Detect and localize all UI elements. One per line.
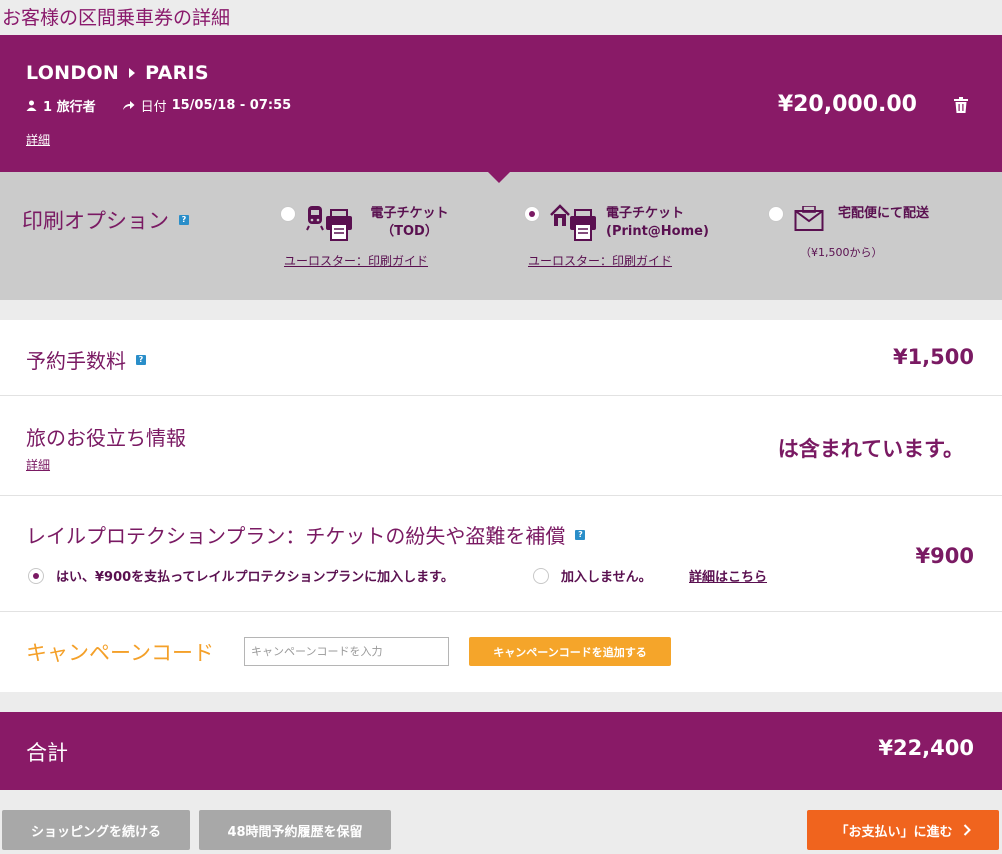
print-options-title-text: 印刷オプション [22,209,169,233]
journey-detail-link[interactable]: 詳細 [26,131,50,148]
travel-info-included: は含まれています。 [777,437,964,461]
date-value: 15/05/18 - 07:55 [171,98,292,113]
protection-no-label: 加入しません。 [561,570,652,585]
envelope-icon [794,206,824,231]
protection-yes-label: はい、¥900を支払ってレイルプロテクションプランに加入します。 [56,570,454,585]
help-icon[interactable]: ? [179,215,189,225]
print-option-delivery-radio[interactable] [768,206,784,222]
travel-info-detail-link[interactable]: 詳細 [26,456,50,473]
print-option-tod-line2: （TOD） [381,224,438,239]
print-guide-link-tod[interactable]: ユーロスター：印刷ガイド [284,252,428,269]
booking-fee-amount: ¥1,500 [892,345,974,369]
destination-station: PARIS [145,62,209,84]
print-option-home-line2: (Print@Home) [606,224,709,239]
travel-info-row: 旅のお役立ち情報 詳細 は含まれています。 [0,396,1002,496]
print-guide-link-home[interactable]: ユーロスター：印刷ガイド [528,252,672,269]
help-icon[interactable]: ? [575,529,586,540]
origin-station: LONDON [26,62,120,84]
share-arrow-icon [122,101,135,110]
train-printer-icon [306,206,352,241]
person-icon [26,100,37,111]
protection-no-radio[interactable] [533,567,549,584]
booking-fee-title: 予約手数料 ? [26,345,146,374]
home-printer-icon [550,204,596,241]
campaign-title: キャンペーンコード [26,641,214,665]
campaign-code-input[interactable] [244,637,449,666]
protection-yes-radio[interactable] [28,567,44,584]
campaign-row: キャンペーンコード キャンペーンコードを追加する [0,612,1002,692]
protection-row: レイルプロテクションプラン：チケットの紛失や盗難を補償 ? はい、¥900を支払… [0,496,1002,612]
print-option-delivery-price: （¥1,500から） [800,246,883,259]
print-option-tod-radio[interactable] [280,206,296,222]
total-bar: 合計 ¥22,400 [0,712,1002,790]
help-icon[interactable]: ? [136,354,146,365]
booking-fee-title-text: 予約手数料 [26,349,126,373]
protection-yes-option[interactable]: はい、¥900を支払ってレイルプロテクションプランに加入します。 [28,566,454,585]
booking-fee-row: 予約手数料 ? ¥1,500 [0,320,1002,396]
print-options: 印刷オプション ? 電子チケット （TOD） ユーロスター：印刷ガイド 電子チケ… [0,172,1002,300]
print-option-print-at-home-label: 電子チケット (Print@Home) [606,205,709,241]
traveller-count: 1 旅行者 [43,100,96,115]
print-option-tod-line1: 電子チケット [370,206,449,221]
protection-amount: ¥900 [915,544,974,568]
journey-price: ¥20,000.00 [777,92,917,117]
journey-meta: 1 旅行者 日付 15/05/18 - 07:55 [26,96,291,115]
date-label: 日付 [140,100,167,115]
chevron-right-icon [963,824,971,836]
page-title: お客様の区間乗車券の詳細 [2,7,231,29]
continue-shopping-button[interactable]: ショッピングを続ける [2,810,190,850]
fees-panel: 予約手数料 ? ¥1,500 旅のお役立ち情報 詳細 は含まれています。 レイル… [0,320,1002,692]
protection-no-option[interactable]: 加入しません。 [533,566,652,585]
total-amount: ¥22,400 [878,736,974,760]
trash-icon[interactable] [954,97,968,113]
print-option-delivery-label: 宅配便にて配送 [838,206,930,221]
total-label: 合計 [26,741,68,765]
route-arrow-icon [129,68,136,78]
protection-detail-link[interactable]: 詳細はこちら [689,566,767,585]
travel-info-title: 旅のお役立ち情報 [26,426,186,450]
print-option-home-line1: 電子チケット [606,206,685,221]
journey-summary: LONDON PARIS 1 旅行者 日付 15/05/18 - 07:55 詳… [0,35,1002,172]
header-pointer [488,172,510,183]
save-booking-button[interactable]: 48時間予約履歴を保留 [199,810,391,850]
checkout-button-label: 「お支払い」に進む [835,824,953,840]
print-option-tod-label: 電子チケット （TOD） [362,205,457,241]
print-options-title: 印刷オプション ? [22,205,189,235]
route: LONDON PARIS [26,62,209,84]
print-option-print-at-home-radio[interactable] [524,206,540,222]
protection-title-text: レイルプロテクションプラン：チケットの紛失や盗難を補償 [26,524,566,548]
add-campaign-code-button[interactable]: キャンペーンコードを追加する [469,637,671,666]
checkout-button[interactable]: 「お支払い」に進む [807,810,999,850]
protection-title: レイルプロテクションプラン：チケットの紛失や盗難を補償 ? [26,520,586,549]
